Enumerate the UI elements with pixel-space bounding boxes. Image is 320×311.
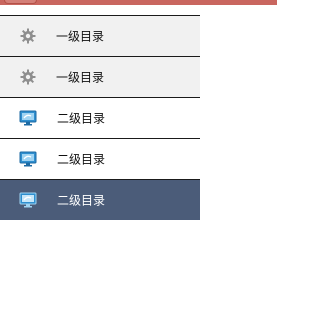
menu-item-level1-2[interactable]: 一级目录 <box>0 57 200 98</box>
window-tab-handle[interactable] <box>4 0 37 4</box>
menu-item-label: 二级目录 <box>57 111 106 126</box>
menu-item-label: 一级目录 <box>56 29 105 44</box>
monitor-icon <box>18 191 38 209</box>
sidebar-menu: 一级目录 一级目录 二级目录 二级目录 二级目录 <box>0 15 200 220</box>
gear-icon <box>18 68 38 86</box>
monitor-icon <box>18 109 38 127</box>
menu-item-level2-2[interactable]: 二级目录 <box>0 139 200 180</box>
menu-item-label: 二级目录 <box>57 193 106 208</box>
menu-item-level2-3-active[interactable]: 二级目录 <box>0 180 200 220</box>
monitor-icon <box>18 150 38 168</box>
menu-item-level2-1[interactable]: 二级目录 <box>0 98 200 139</box>
window-top-bar <box>0 0 277 5</box>
gear-icon <box>18 27 38 45</box>
menu-item-level1-1[interactable]: 一级目录 <box>0 16 200 57</box>
menu-item-label: 一级目录 <box>56 70 105 85</box>
menu-item-label: 二级目录 <box>57 152 106 167</box>
